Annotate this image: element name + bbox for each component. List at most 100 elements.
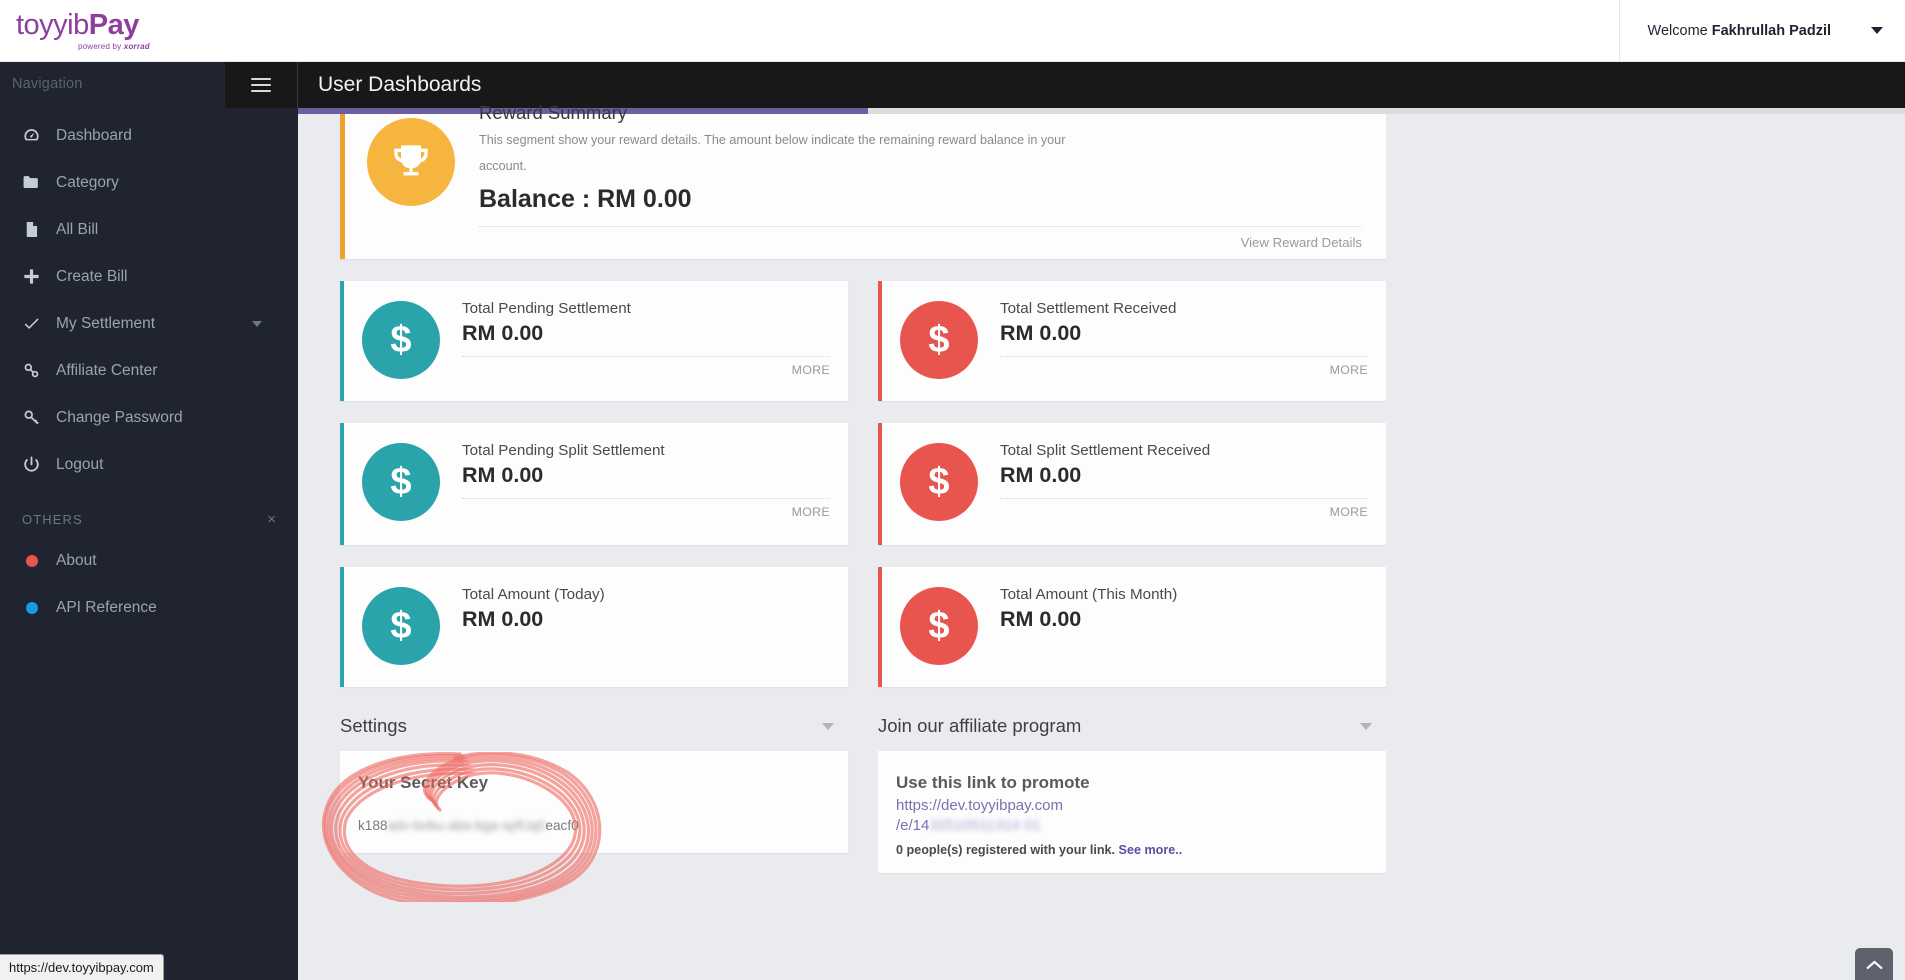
affiliate-link-masked: 32510511314 01 <box>929 816 1041 834</box>
stat-row-2: $ Total Pending Split Settlement RM 0.00… <box>340 423 1386 545</box>
stat-card-body: Total Pending Split Settlement RM 0.00 M… <box>440 423 848 545</box>
sidebar-toggle-button[interactable] <box>225 62 297 108</box>
sidebar-item-label: API Reference <box>56 598 157 616</box>
welcome-text: Welcome Fakhrullah Padzil <box>1648 23 1831 39</box>
dollar-icon: $ <box>900 301 978 379</box>
sidebar-item-logout[interactable]: Logout <box>0 441 298 488</box>
affiliate-registration-note: 0 people(s) registered with your link. S… <box>896 843 1362 857</box>
sidebar-item-my-settlement[interactable]: My Settlement <box>0 300 298 347</box>
view-reward-details-link[interactable]: View Reward Details <box>479 227 1362 250</box>
sidebar-item-api-reference[interactable]: API Reference <box>0 584 298 631</box>
sidebar-nav-list: Dashboard Category All Bill Create Bill <box>0 106 298 631</box>
sidebar-item-category[interactable]: Category <box>0 159 298 206</box>
secret-key-suffix: eacf0 <box>545 818 579 833</box>
stat-card-value: RM 0.00 <box>1000 607 1082 632</box>
sidebar-item-change-password[interactable]: Change Password <box>0 394 298 441</box>
sidebar-item-all-bill[interactable]: All Bill <box>0 206 298 253</box>
top-bar: toyyibPay powered by xorrad Welcome Fakh… <box>0 0 1905 62</box>
red-dot-icon <box>22 554 56 567</box>
stat-card-title: Total Pending Settlement <box>462 300 631 317</box>
scroll-to-top-button[interactable] <box>1855 948 1893 980</box>
user-menu[interactable]: Welcome Fakhrullah Padzil <box>1618 0 1905 62</box>
sidebar-item-about[interactable]: About <box>0 537 298 584</box>
stat-card-title: Total Amount (This Month) <box>1000 586 1178 603</box>
dashboard-column: Reward Summary This segment show your re… <box>340 102 1386 873</box>
brand-tagline: powered by xorrad <box>78 42 150 51</box>
status-bar-url: https://dev.toyyibpay.com <box>0 954 164 980</box>
chevron-down-icon[interactable] <box>1871 27 1883 34</box>
reward-summary-body: Reward Summary This segment show your re… <box>455 102 1362 250</box>
reward-summary-title: Reward Summary <box>479 102 628 123</box>
affiliate-link-prefix: /e/14 <box>896 816 930 834</box>
page-root: toyyibPay powered by xorrad Welcome Fakh… <box>0 0 1905 980</box>
settings-panel-title: Settings <box>340 715 407 736</box>
bottom-panels: Settings Your Secret Key k188adv-bvbu-ab… <box>340 715 1386 873</box>
stat-card-value: RM 0.00 <box>462 321 544 346</box>
power-icon <box>22 455 56 474</box>
sidebar-item-create-bill[interactable]: Create Bill <box>0 253 298 300</box>
close-icon[interactable]: × <box>267 512 276 527</box>
stat-card-total-split-settlement-received: $ Total Split Settlement Received RM 0.0… <box>878 423 1386 545</box>
dollar-icon: $ <box>900 443 978 521</box>
stat-card-value: RM 0.00 <box>462 463 544 488</box>
sidebar-item-label: My Settlement <box>56 314 156 332</box>
secret-key-box: Your Secret Key k188adv-bvbu-aba-bga-spf… <box>340 751 848 853</box>
stat-card-value: RM 0.00 <box>1000 321 1082 346</box>
affiliate-panel-title: Join our affiliate program <box>878 715 1082 736</box>
sidebar-item-label: Change Password <box>56 408 183 426</box>
chevron-down-icon[interactable] <box>252 320 262 327</box>
sidebar-item-label: Create Bill <box>56 267 128 285</box>
plus-icon <box>22 267 56 286</box>
sidebar-item-affiliate-center[interactable]: Affiliate Center <box>0 347 298 394</box>
affiliate-link[interactable]: https://dev.toyyibpay.com /e/14325105113… <box>896 796 1362 835</box>
reward-balance: Balance : RM 0.00 <box>479 184 692 213</box>
stat-card-body: Total Pending Settlement RM 0.00 MORE <box>440 281 848 401</box>
key-icon <box>22 408 56 427</box>
stat-card-total-settlement-received: $ Total Settlement Received RM 0.00 MORE <box>878 281 1386 401</box>
sidebar-item-label: Dashboard <box>56 126 132 144</box>
main-content: Reward Summary This segment show your re… <box>298 102 1905 980</box>
brand-logo[interactable]: toyyibPay powered by xorrad <box>0 10 225 51</box>
sidebar: Navigation Dashboard Category All Bill C… <box>0 62 298 980</box>
settings-panel: Settings Your Secret Key k188adv-bvbu-ab… <box>340 715 848 873</box>
check-icon <box>22 314 56 333</box>
affiliate-link-line-2: /e/1432510511314 01 <box>896 816 1362 836</box>
stat-card-more-link[interactable]: MORE <box>1000 357 1368 377</box>
sidebar-item-dashboard[interactable]: Dashboard <box>0 112 298 159</box>
stat-card-more-link[interactable]: MORE <box>462 357 830 377</box>
chevron-down-icon[interactable] <box>822 722 834 730</box>
stat-card-body: Total Split Settlement Received RM 0.00 … <box>978 423 1386 545</box>
stat-card-title: Total Split Settlement Received <box>1000 442 1211 459</box>
dollar-icon: $ <box>362 301 440 379</box>
page-title: User Dashboards <box>318 73 482 96</box>
stat-card-title: Total Pending Split Settlement <box>462 442 665 459</box>
settings-panel-header: Settings <box>340 715 848 737</box>
stat-card-title: Total Settlement Received <box>1000 300 1177 317</box>
brand-tagline-prefix: powered by <box>78 41 124 51</box>
chevron-down-icon[interactable] <box>1360 722 1372 730</box>
stat-card-body: Total Amount (This Month) RM 0.00 <box>978 567 1386 687</box>
see-more-link[interactable]: See more.. <box>1119 843 1183 857</box>
secret-key-label: Your Secret Key <box>358 773 489 792</box>
affiliate-note-text: 0 people(s) registered with your link. <box>896 843 1119 857</box>
secret-key-value: k188adv-bvbu-aba-bga-spfUq0eacf0 <box>358 818 824 833</box>
blue-dot-icon <box>22 601 56 614</box>
folder-icon <box>22 173 56 192</box>
welcome-prefix: Welcome <box>1647 22 1712 39</box>
stat-card-more-link[interactable]: MORE <box>462 499 830 519</box>
trophy-icon <box>367 118 455 206</box>
dollar-icon: $ <box>362 443 440 521</box>
hamburger-icon <box>251 74 271 95</box>
stat-card-body: Total Settlement Received RM 0.00 MORE <box>978 281 1386 401</box>
secret-key-masked: adv-bvbu-aba-bga-spfUq0 <box>387 818 546 833</box>
sidebar-item-label: Category <box>56 173 119 191</box>
affiliate-heading: Use this link to promote <box>896 773 1090 792</box>
affiliate-link-box: Use this link to promote https://dev.toy… <box>878 751 1386 873</box>
stat-card-total-pending-settlement: $ Total Pending Settlement RM 0.00 MORE <box>340 281 848 401</box>
stat-card-more-link[interactable]: MORE <box>1000 499 1368 519</box>
sidebar-item-label: All Bill <box>56 220 99 238</box>
dollar-icon: $ <box>900 587 978 665</box>
link-icon <box>22 361 56 380</box>
file-icon <box>22 220 56 239</box>
affiliate-panel-header: Join our affiliate program <box>878 715 1386 737</box>
